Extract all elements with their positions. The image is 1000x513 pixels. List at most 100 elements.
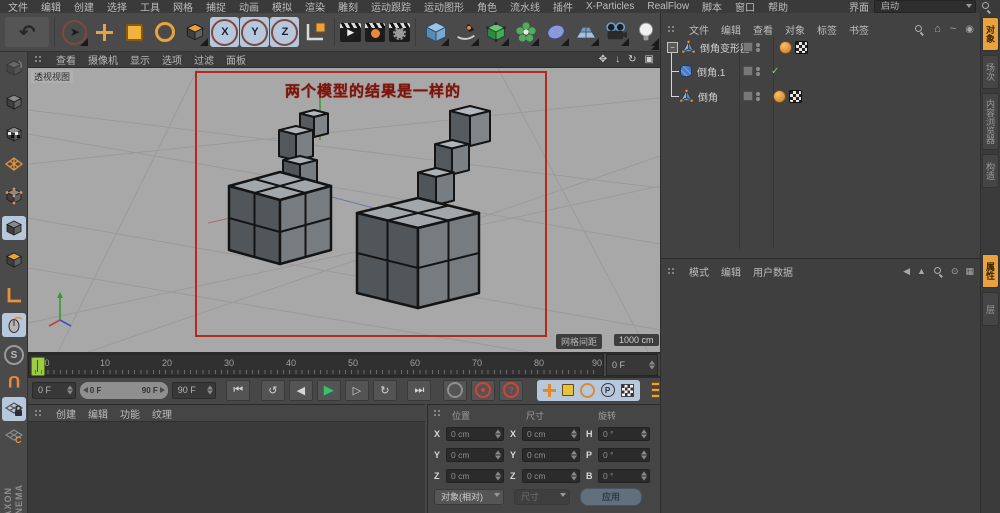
om-home-icon[interactable]: ⌂ — [934, 23, 941, 35]
model-mode-button[interactable] — [2, 90, 26, 114]
polygons-mode-button[interactable] — [2, 248, 26, 272]
menu-mesh[interactable]: 网格 — [173, 0, 193, 14]
x-axis-lock-button[interactable]: X — [210, 17, 239, 47]
phong-tag-icon[interactable] — [779, 41, 792, 54]
move-tool-button[interactable] — [90, 17, 119, 47]
frame-range-slider[interactable]: 0 F 90 F — [80, 382, 168, 399]
tab-structure[interactable]: 构造 — [982, 154, 999, 188]
render-picture-viewer-button[interactable] — [365, 23, 386, 42]
undo-button[interactable]: ↶ — [5, 17, 49, 47]
panel-grip-icon[interactable] — [34, 409, 44, 418]
menu-select[interactable]: 选择 — [107, 0, 127, 14]
viewport-menu-view[interactable]: 查看 — [56, 52, 76, 67]
pos-x-field[interactable]: 0 cm — [446, 427, 504, 441]
key-pla-button[interactable] — [621, 384, 634, 397]
add-environment-button[interactable] — [541, 17, 570, 47]
menu-simulate[interactable]: 模拟 — [272, 0, 292, 14]
mat-menu-texture[interactable]: 纹理 — [152, 406, 172, 421]
help-button[interactable]: ? — [499, 380, 523, 401]
layer-color-swatch[interactable] — [743, 42, 753, 52]
menu-create[interactable]: 创建 — [74, 0, 94, 14]
menu-snap[interactable]: 捕捉 — [206, 0, 226, 14]
render-view-button[interactable]: ▶ — [340, 23, 361, 42]
viewport-solo-button[interactable] — [2, 313, 26, 337]
coordinate-mode-dropdown[interactable]: 对象(相对) — [434, 489, 504, 505]
menu-character[interactable]: 角色 — [477, 0, 497, 14]
splitter[interactable] — [28, 376, 660, 378]
goto-start-button[interactable]: ⏮ — [226, 380, 250, 401]
render-settings-button[interactable] — [389, 23, 410, 42]
play-button[interactable]: ▶ — [317, 380, 341, 401]
om-menu-bookmarks[interactable]: 书签 — [849, 22, 869, 37]
next-key-button[interactable]: ↻ — [373, 380, 397, 401]
end-frame-field[interactable]: 90 F — [172, 382, 216, 399]
add-generator-button[interactable] — [481, 17, 510, 47]
menu-plugins[interactable]: 插件 — [553, 0, 573, 14]
menu-realflow[interactable]: RealFlow — [647, 1, 689, 12]
previous-key-button[interactable]: ↺ — [261, 380, 285, 401]
mat-menu-function[interactable]: 功能 — [120, 406, 140, 421]
menu-tools[interactable]: 工具 — [140, 0, 160, 14]
pan-view-icon[interactable]: ✥ — [599, 54, 607, 65]
history-back-icon[interactable]: ◀ — [903, 266, 910, 277]
object-row-bevel-deformer-parent[interactable]: − 倒角变形器 — [667, 39, 979, 55]
om-menu-tags[interactable]: 标签 — [817, 22, 837, 37]
size-x-field[interactable]: 0 cm — [522, 427, 580, 441]
current-frame-field[interactable]: 0 F — [32, 382, 76, 399]
pos-y-field[interactable]: 0 cm — [446, 448, 504, 462]
object-name[interactable]: 倒角 — [698, 89, 718, 104]
menu-xparticles[interactable]: X-Particles — [586, 1, 634, 12]
panel-grip-icon[interactable] — [433, 409, 443, 418]
texture-axis-button[interactable] — [2, 152, 26, 176]
panel-grip-icon[interactable] — [34, 55, 44, 64]
am-menu-mode[interactable]: 模式 — [689, 264, 709, 279]
zoom-view-icon[interactable]: ↓ — [615, 54, 620, 65]
rot-p-field[interactable]: 0 ° — [598, 448, 650, 462]
am-menu-edit[interactable]: 编辑 — [721, 264, 741, 279]
tab-attributes[interactable]: 属性 — [982, 254, 999, 288]
rotate-tool-button[interactable] — [150, 17, 179, 47]
key-rotation-button[interactable] — [580, 383, 595, 398]
menu-sculpt[interactable]: 雕刻 — [338, 0, 358, 14]
om-menu-file[interactable]: 文件 — [689, 22, 709, 37]
tab-layers[interactable]: 层 — [982, 292, 999, 326]
pos-z-field[interactable]: 0 cm — [446, 469, 504, 483]
settings-icon[interactable]: ▦ — [965, 266, 974, 277]
viewport-menu-panel[interactable]: 面板 — [226, 52, 246, 67]
am-search-icon[interactable] — [933, 266, 944, 277]
menu-file[interactable]: 文件 — [8, 0, 28, 14]
size-y-field[interactable]: 0 cm — [522, 448, 580, 462]
workplane-mode-button[interactable]: C — [2, 423, 26, 447]
key-scale-button[interactable] — [562, 384, 574, 396]
spinner-icon[interactable] — [67, 386, 73, 395]
menu-window[interactable]: 窗口 — [735, 0, 755, 14]
toggle-view-icon[interactable]: ▣ — [645, 54, 654, 65]
texture-mode-button[interactable] — [2, 122, 26, 146]
timeline-layers-icon[interactable] — [651, 382, 660, 399]
make-editable-button[interactable] — [2, 56, 26, 80]
om-menu-view[interactable]: 查看 — [753, 22, 773, 37]
layer-color-swatch[interactable] — [743, 66, 753, 76]
om-path-icon[interactable]: ~ — [950, 23, 956, 35]
last-tool-button[interactable] — [180, 17, 209, 47]
menu-script[interactable]: 脚本 — [702, 0, 722, 14]
add-light-button[interactable] — [631, 17, 660, 47]
key-position-button[interactable] — [543, 384, 556, 397]
timeline-ruler[interactable]: 0 10 20 30 40 50 60 70 80 90 — [28, 354, 604, 376]
menu-render[interactable]: 渲染 — [305, 0, 325, 14]
y-axis-lock-button[interactable]: Y — [240, 17, 269, 47]
om-search-icon[interactable] — [914, 24, 925, 35]
autokey-button[interactable] — [471, 380, 495, 401]
om-filter-icon[interactable]: ◉ — [965, 24, 974, 35]
object-name[interactable]: 倒角.1 — [697, 64, 725, 79]
perspective-viewport[interactable]: 两个模型的结果是一样的 透视视图 网格间距 1000 cm — [28, 68, 660, 352]
menu-mograph[interactable]: 运动图形 — [424, 0, 464, 14]
menu-edit[interactable]: 编辑 — [41, 0, 61, 14]
om-menu-objects[interactable]: 对象 — [785, 22, 805, 37]
size-z-field[interactable]: 0 cm — [522, 469, 580, 483]
object-row-bevel[interactable]: 倒角 — [679, 88, 979, 104]
snap-button[interactable]: S — [2, 343, 26, 367]
viewport-menu-cameras[interactable]: 摄像机 — [88, 52, 118, 67]
menu-help[interactable]: 帮助 — [768, 0, 788, 14]
add-camera-button[interactable] — [601, 17, 630, 47]
